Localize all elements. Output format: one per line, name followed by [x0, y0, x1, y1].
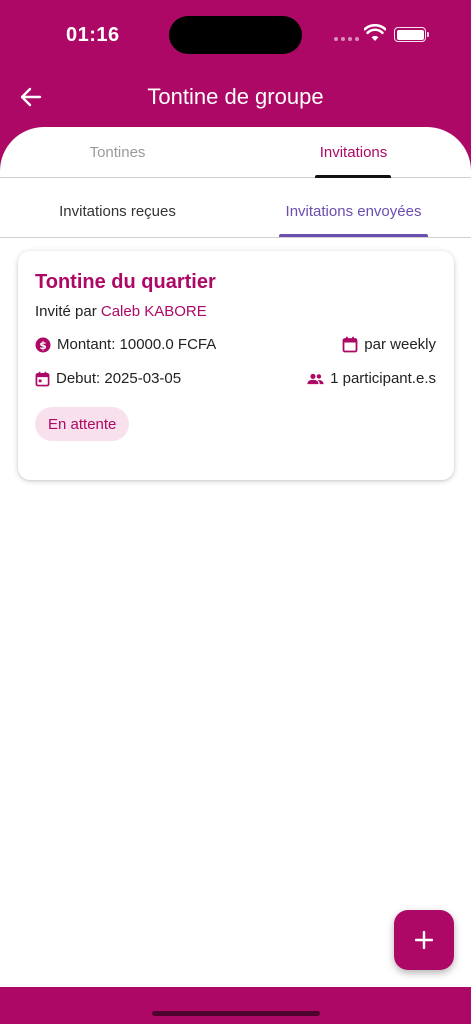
invitation-card[interactable]: Tontine du quartier Invité par Caleb KAB… [18, 251, 454, 480]
status-bar: 01:16 [0, 0, 471, 70]
calendar-date-icon [35, 371, 50, 386]
tab-tontines[interactable]: Tontines [0, 127, 235, 178]
amount-row: $ Montant: 10000.0 FCFA [35, 336, 216, 353]
frequency-text: par weekly [364, 336, 436, 353]
tab-invitations[interactable]: Invitations [236, 127, 471, 178]
start-date-row: Debut: 2025-03-05 [35, 370, 181, 387]
group-icon [307, 373, 324, 384]
home-indicator[interactable] [152, 1011, 320, 1016]
participants-row: 1 participant.e.s [307, 370, 436, 387]
inviter-name: Caleb KABORE [100, 303, 207, 320]
sub-tabs: Invitations reçues Invitations envoyées [0, 178, 471, 238]
status-badge: En attente [35, 407, 130, 441]
page-title: Tontine de groupe [147, 84, 324, 109]
dollar-circle-icon: $ [35, 337, 51, 352]
wifi-icon [364, 24, 386, 41]
svg-text:$: $ [39, 340, 46, 352]
frequency-row: par weekly [342, 336, 436, 353]
signal-icon [334, 37, 359, 41]
tontine-title: Tontine du quartier [35, 271, 216, 293]
main-tabs: Tontines Invitations [0, 127, 471, 178]
battery-icon [394, 27, 429, 42]
start-date-text: Debut: 2025-03-05 [56, 370, 182, 387]
sub-tab-indicator [279, 234, 428, 237]
participants-text: 1 participant.e.s [330, 370, 436, 387]
calendar-icon [342, 336, 358, 353]
content-sheet: Tontines Invitations Invitations reçues … [0, 127, 471, 1024]
status-time: 01:16 [66, 24, 120, 46]
invited-by: Invité par Caleb KABORE [35, 303, 207, 320]
plus-icon [415, 931, 433, 949]
bottom-bar [0, 987, 471, 1024]
dynamic-island [169, 16, 302, 54]
add-button[interactable] [394, 910, 454, 970]
tab-invitations-received[interactable]: Invitations reçues [0, 178, 235, 238]
amount-text: Montant: 10000.0 FCFA [57, 336, 217, 353]
tab-invitations-sent[interactable]: Invitations envoyées [236, 178, 471, 238]
invited-by-prefix: Invité par [35, 303, 97, 320]
